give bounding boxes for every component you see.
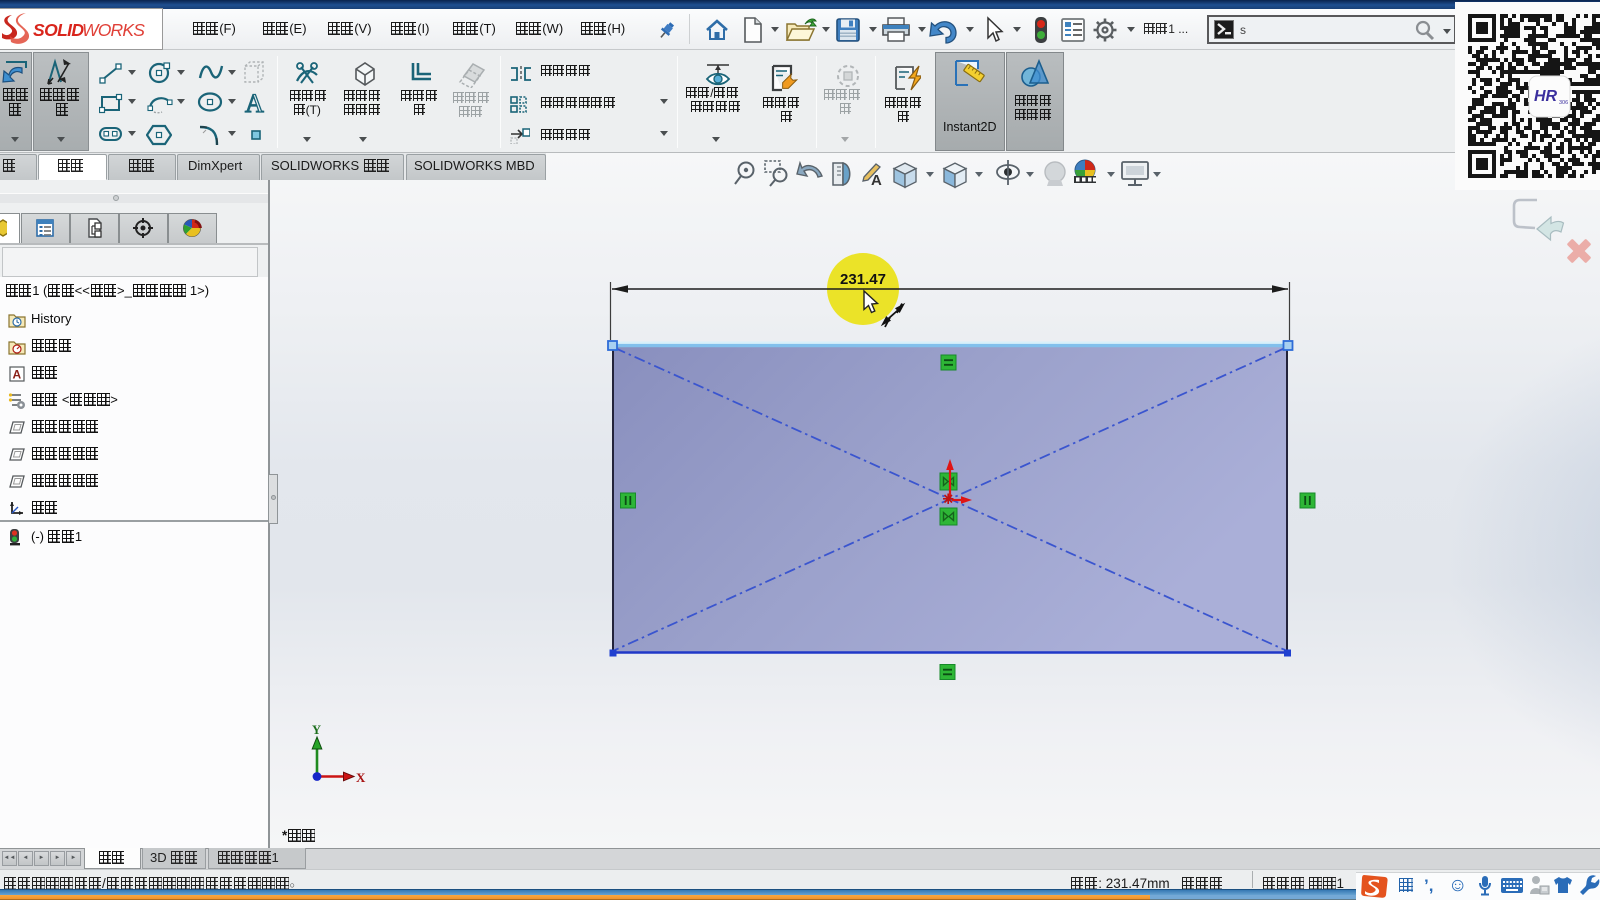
svg-text:A: A xyxy=(871,172,882,189)
svg-text:X: X xyxy=(356,770,366,785)
svg-text:231.47: 231.47 xyxy=(840,271,886,288)
svg-text:A: A xyxy=(245,89,264,115)
svg-text:306: 306 xyxy=(1559,100,1568,106)
svg-text:WORKS: WORKS xyxy=(82,20,145,40)
svg-text:SOLID: SOLID xyxy=(33,20,84,40)
svg-text:Y: Y xyxy=(312,723,321,737)
svg-text:HR: HR xyxy=(1534,88,1558,105)
svg-text:A: A xyxy=(13,368,22,382)
